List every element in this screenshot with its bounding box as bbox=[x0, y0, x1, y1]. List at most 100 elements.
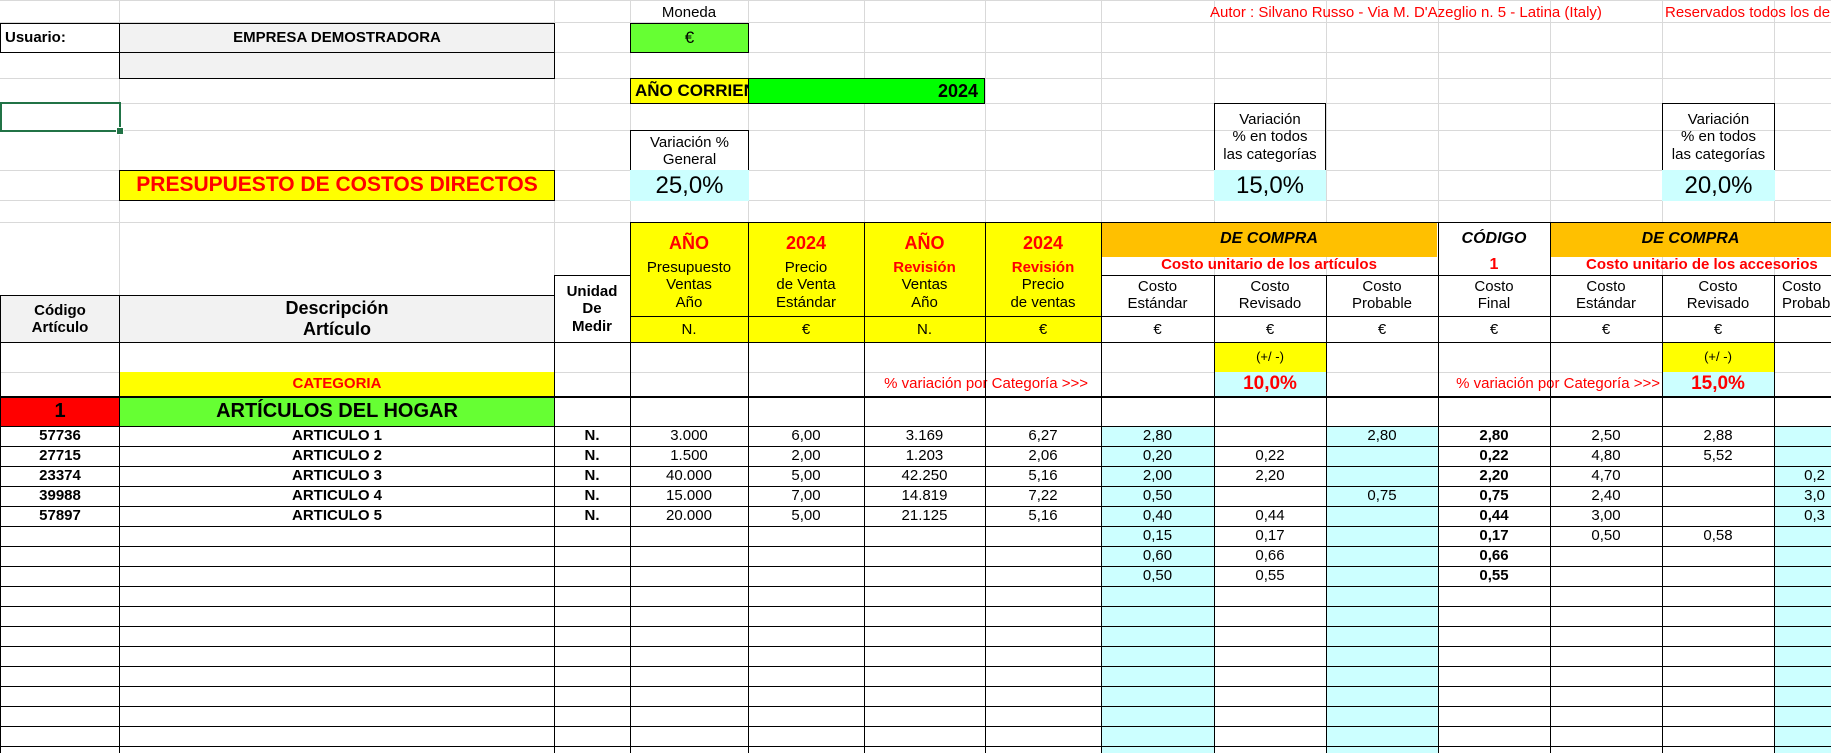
cell-revp[interactable]: 5,16 bbox=[985, 466, 1101, 486]
cell-final[interactable]: 0,22 bbox=[1438, 446, 1550, 466]
cell-code[interactable]: 23374 bbox=[0, 466, 120, 486]
cell-code[interactable]: 57736 bbox=[0, 426, 120, 446]
cell-a_prob[interactable] bbox=[1774, 526, 1831, 546]
cell-desc[interactable]: ARTICULO 4 bbox=[119, 486, 555, 506]
cell-a_prob[interactable] bbox=[1774, 426, 1831, 446]
cell-prob[interactable] bbox=[1326, 446, 1438, 466]
cell-prob[interactable] bbox=[1326, 526, 1438, 546]
cell-a_est[interactable]: 3,00 bbox=[1550, 506, 1662, 526]
cell-a_rev[interactable] bbox=[1662, 466, 1774, 486]
cell-revp[interactable] bbox=[985, 566, 1101, 586]
currency-value[interactable]: € bbox=[630, 23, 749, 53]
cell-pres[interactable]: 40.000 bbox=[630, 466, 748, 486]
cell-prob[interactable] bbox=[1326, 566, 1438, 586]
cell-desc[interactable]: ARTICULO 5 bbox=[119, 506, 555, 526]
cell-code[interactable]: 57897 bbox=[0, 506, 120, 526]
cell-a_rev[interactable] bbox=[1662, 546, 1774, 566]
cell-revis[interactable]: 0,17 bbox=[1214, 526, 1326, 546]
cell-final[interactable]: 2,20 bbox=[1438, 466, 1550, 486]
cell-revp[interactable]: 6,27 bbox=[985, 426, 1101, 446]
var-cat-value-1[interactable]: 10,0% bbox=[1214, 372, 1326, 396]
cell-code[interactable] bbox=[0, 546, 120, 566]
cell-revp[interactable]: 2,06 bbox=[985, 446, 1101, 466]
cell-a_prob[interactable] bbox=[1774, 446, 1831, 466]
cell-pres[interactable] bbox=[630, 526, 748, 546]
var-all-value-1[interactable]: 15,0% bbox=[1214, 170, 1326, 201]
cell-a_rev[interactable]: 0,58 bbox=[1662, 526, 1774, 546]
cell-pres[interactable] bbox=[630, 546, 748, 566]
cell-revis[interactable] bbox=[1214, 426, 1326, 446]
cell-unit[interactable]: N. bbox=[554, 446, 630, 466]
fill-handle[interactable] bbox=[116, 127, 124, 135]
cell-prob[interactable]: 0,75 bbox=[1326, 486, 1438, 506]
cell-est[interactable]: 2,80 bbox=[1101, 426, 1214, 446]
cell-pres[interactable]: 20.000 bbox=[630, 506, 748, 526]
cell-a_prob[interactable]: 3,0 bbox=[1774, 486, 1831, 506]
cell-revis[interactable]: 0,44 bbox=[1214, 506, 1326, 526]
cell-a_est[interactable] bbox=[1550, 546, 1662, 566]
cell-est[interactable]: 0,60 bbox=[1101, 546, 1214, 566]
cell-rev[interactable] bbox=[864, 566, 985, 586]
cell-pres[interactable]: 3.000 bbox=[630, 426, 748, 446]
cell-rev[interactable]: 1.203 bbox=[864, 446, 985, 466]
cell-prob[interactable]: 2,80 bbox=[1326, 426, 1438, 446]
cell-revp[interactable]: 5,16 bbox=[985, 506, 1101, 526]
cell-precio[interactable]: 5,00 bbox=[748, 466, 864, 486]
cell-code[interactable]: 39988 bbox=[0, 486, 120, 506]
cell-revp[interactable] bbox=[985, 526, 1101, 546]
cell-unit[interactable]: N. bbox=[554, 426, 630, 446]
spreadsheet[interactable]: Moneda Autor : Silvano Russo - Via M. D'… bbox=[0, 0, 1831, 753]
cell-precio[interactable]: 2,00 bbox=[748, 446, 864, 466]
cell-a_rev[interactable]: 2,88 bbox=[1662, 426, 1774, 446]
cell-desc[interactable]: ARTICULO 1 bbox=[119, 426, 555, 446]
cell-est[interactable]: 0,40 bbox=[1101, 506, 1214, 526]
var-all-value-2[interactable]: 20,0% bbox=[1662, 170, 1775, 201]
cell-est[interactable]: 0,20 bbox=[1101, 446, 1214, 466]
cell-prob[interactable] bbox=[1326, 466, 1438, 486]
cell-pres[interactable]: 1.500 bbox=[630, 446, 748, 466]
cell-rev[interactable] bbox=[864, 546, 985, 566]
cell-precio[interactable]: 6,00 bbox=[748, 426, 864, 446]
cell-a_est[interactable]: 0,50 bbox=[1550, 526, 1662, 546]
cell-unit[interactable] bbox=[554, 526, 630, 546]
cell-rev[interactable]: 14.819 bbox=[864, 486, 985, 506]
cell-a_est[interactable]: 2,50 bbox=[1550, 426, 1662, 446]
cell-unit[interactable] bbox=[554, 546, 630, 566]
cell-rev[interactable] bbox=[864, 526, 985, 546]
cell-revp[interactable] bbox=[985, 546, 1101, 566]
cell-rev[interactable]: 42.250 bbox=[864, 466, 985, 486]
cell-revis[interactable] bbox=[1214, 486, 1326, 506]
cell-a_rev[interactable] bbox=[1662, 486, 1774, 506]
cell-code[interactable] bbox=[0, 566, 120, 586]
cell-code[interactable] bbox=[0, 526, 120, 546]
cell-desc[interactable]: ARTICULO 2 bbox=[119, 446, 555, 466]
cell-a_prob[interactable]: 0,2 bbox=[1774, 466, 1831, 486]
cell-prob[interactable] bbox=[1326, 546, 1438, 566]
cell-est[interactable]: 0,50 bbox=[1101, 486, 1214, 506]
cell-rev[interactable]: 3.169 bbox=[864, 426, 985, 446]
cell-a_rev[interactable] bbox=[1662, 566, 1774, 586]
cell-revis[interactable]: 0,55 bbox=[1214, 566, 1326, 586]
company-extra-field[interactable] bbox=[119, 52, 555, 79]
cell-revis[interactable]: 0,66 bbox=[1214, 546, 1326, 566]
cell-a_est[interactable]: 4,80 bbox=[1550, 446, 1662, 466]
cell-final[interactable]: 0,17 bbox=[1438, 526, 1550, 546]
cell-a_prob[interactable] bbox=[1774, 566, 1831, 586]
cell-est[interactable]: 0,50 bbox=[1101, 566, 1214, 586]
cell-unit[interactable]: N. bbox=[554, 466, 630, 486]
cell-a_prob[interactable] bbox=[1774, 546, 1831, 566]
cell-revis[interactable]: 0,22 bbox=[1214, 446, 1326, 466]
cell-a_est[interactable]: 4,70 bbox=[1550, 466, 1662, 486]
year-value[interactable]: 2024 bbox=[748, 78, 985, 104]
cell-rev[interactable]: 21.125 bbox=[864, 506, 985, 526]
cell-final[interactable]: 0,75 bbox=[1438, 486, 1550, 506]
cell-desc[interactable] bbox=[119, 546, 555, 566]
var-cat-value-2[interactable]: 15,0% bbox=[1662, 372, 1774, 396]
cell-final[interactable]: 2,80 bbox=[1438, 426, 1550, 446]
cell-est[interactable]: 2,00 bbox=[1101, 466, 1214, 486]
cell-precio[interactable] bbox=[748, 546, 864, 566]
cell-prob[interactable] bbox=[1326, 506, 1438, 526]
cell-unit[interactable]: N. bbox=[554, 506, 630, 526]
cell-unit[interactable] bbox=[554, 566, 630, 586]
cell-a_rev[interactable]: 5,52 bbox=[1662, 446, 1774, 466]
